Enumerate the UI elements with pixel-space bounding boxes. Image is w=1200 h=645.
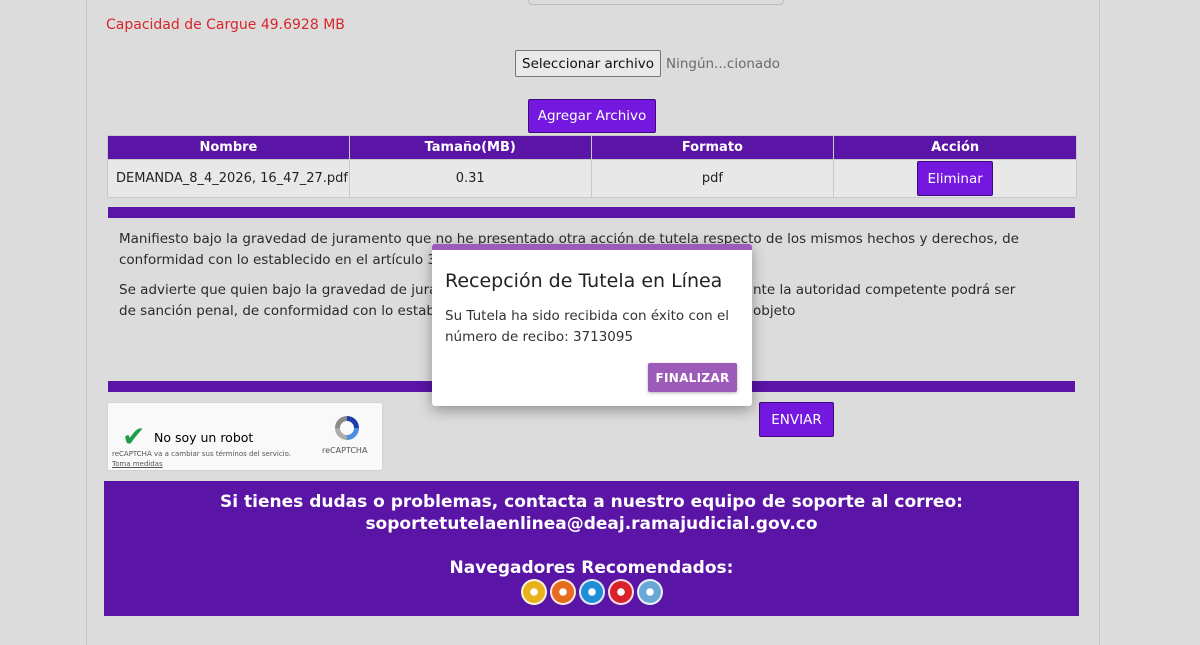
legal-paragraph-2-line-1-start: Se advierte que quien bajo la gravedad d… [119,282,451,298]
modal-body-line-1: Su Tutela ha sido recibida con éxito con… [445,308,730,324]
file-picker: Seleccionar archivo Ningún...cionado [515,50,780,77]
section-divider-top [108,207,1075,218]
firefox-icon [549,579,576,605]
modal-body-line-2: número de recibo: 3713095 [445,329,634,345]
column-header-format: Formato [590,135,835,160]
support-email[interactable]: soportetutelaenlinea@deaj.ramajudicial.g… [104,514,1079,534]
support-text: Si tienes dudas o problemas, contacta a … [220,492,963,512]
recaptcha-widget: ✔ No soy un robot reCAPTCHA va a cambiar… [107,402,383,471]
modal-title: Recepción de Tutela en Línea [445,270,723,292]
checkmark-icon[interactable]: ✔ [122,423,145,451]
legal-paragraph-2-line-1-end: nte la autoridad competente podrá ser ob… [753,282,1016,319]
browsers-icons [104,579,1079,605]
column-header-size: Tamaño(MB) [348,135,592,160]
recaptcha-label[interactable]: No soy un robot [154,430,253,445]
upload-capacity-text: Capacidad de Cargue 49.6928 MB [106,17,345,33]
recaptcha-terms-link[interactable]: Toma medidas [112,460,163,468]
table-row: DEMANDA_8_4_2026, 16_47_27.pdf 0.31 pdf … [107,159,1077,198]
modal-body: Su Tutela ha sido recibida con éxito con… [445,306,735,348]
recaptcha-logo-icon [335,416,359,440]
select-file-button[interactable]: Seleccionar archivo [515,50,661,77]
add-file-button[interactable]: Agregar Archivo [528,99,656,133]
recaptcha-terms-text: reCAPTCHA va a cambiar sus términos del … [112,450,292,458]
column-header-action: Acción [833,135,1077,160]
delete-file-button[interactable]: Eliminar [917,161,994,196]
opera-icon [607,579,634,605]
column-header-name: Nombre [107,135,350,160]
safari-icon [636,579,663,605]
send-button[interactable]: ENVIAR [759,402,834,437]
edge-icon [578,579,605,605]
files-table: Nombre Tamaño(MB) Formato Acción DEMANDA… [107,135,1077,198]
reception-modal: Recepción de Tutela en Línea Su Tutela h… [432,244,752,406]
previous-input-field[interactable] [528,0,784,5]
recaptcha-terms: reCAPTCHA va a cambiar sus términos del … [112,449,292,469]
table-header-row: Nombre Tamaño(MB) Formato Acción [107,135,1077,160]
chrome-icon [520,579,547,605]
finalize-button[interactable]: FINALIZAR [648,363,737,392]
recaptcha-brand: reCAPTCHA [322,446,368,455]
file-format-cell: pdf [590,159,835,198]
browsers-title: Navegadores Recomendados: [449,558,734,578]
support-footer: Si tienes dudas o problemas, contacta a … [104,481,1079,616]
selected-file-name: Ningún...cionado [665,55,781,72]
file-size-cell: 0.31 [348,159,592,198]
file-action-cell: Eliminar [833,159,1077,198]
file-name-cell: DEMANDA_8_4_2026, 16_47_27.pdf [107,159,350,198]
